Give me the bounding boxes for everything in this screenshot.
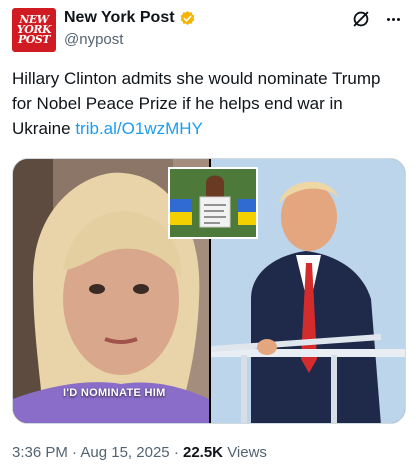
views-count[interactable]: 22.5K — [183, 444, 223, 461]
tweet-link[interactable]: trib.al/O1wzMHY — [75, 119, 203, 138]
name-row: New York Post — [64, 9, 196, 27]
handle[interactable]: @nypost — [64, 31, 123, 48]
avatar-logo-text: NEW YORK POST — [16, 13, 52, 46]
avatar[interactable]: NEW YORK POST — [12, 8, 56, 52]
inset-photo-sign — [168, 167, 258, 239]
tweet-date[interactable]: Aug 15, 2025 — [80, 444, 169, 461]
tweet-meta: 3:36 PM · Aug 15, 2025 · 22.5K Views — [12, 444, 267, 461]
verified-badge-icon — [180, 10, 194, 25]
tweet-text: Hillary Clinton admits she would nominat… — [12, 66, 404, 141]
video-caption: I'D NOMINATE HIM — [63, 387, 166, 399]
more-horizontal-icon[interactable] — [382, 8, 404, 30]
tweet-time[interactable]: 3:36 PM — [12, 444, 68, 461]
views-label: Views — [227, 444, 267, 461]
tweet-media[interactable]: I'D NOMINATE HIM — [12, 158, 406, 424]
meta-separator-2: · — [173, 444, 179, 461]
display-name[interactable]: New York Post — [64, 9, 175, 27]
inset-illustration — [170, 169, 256, 237]
grok-slash-icon[interactable] — [350, 8, 372, 30]
tweet-header: NEW YORK POST New York Post @nypost — [12, 8, 404, 56]
meta-separator: · — [72, 444, 78, 461]
